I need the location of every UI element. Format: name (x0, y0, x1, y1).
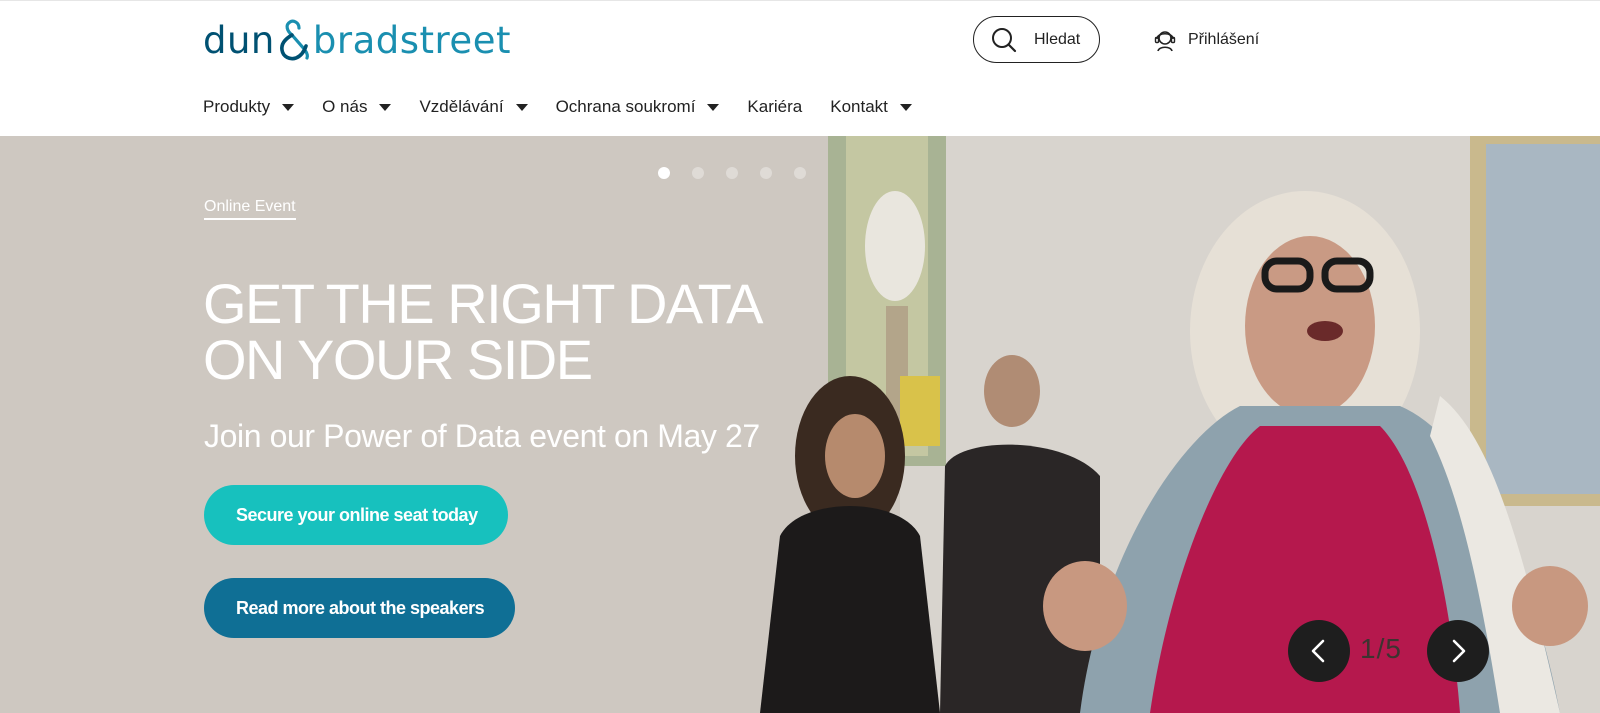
main-nav: Produkty O nás Vzdělávání Ochrana soukro… (203, 95, 940, 119)
nav-item-o-nas[interactable]: O nás (322, 97, 392, 117)
nav-item-label: Produkty (203, 97, 271, 116)
hero-headline: GET THE RIGHT DATA ON YOUR SIDE (203, 272, 760, 391)
nav-item-label: Ochrana soukromí (555, 97, 696, 116)
nav-item-label: Vzdělávání (419, 97, 504, 116)
login-link[interactable]: Přihlášení (1152, 27, 1259, 53)
caret-down-icon (515, 103, 528, 111)
ampersand-logo-icon (279, 19, 309, 61)
search-icon (992, 27, 1017, 52)
dnb-logo[interactable]: dun bradstreet (203, 17, 511, 63)
nav-item-label: Kontakt (830, 97, 888, 116)
hero-subhead: Join our Power of Data event on May 27 (204, 418, 760, 454)
nav-item-kontakt[interactable]: Kontakt (830, 97, 912, 117)
user-headset-icon (1154, 31, 1176, 52)
search-button[interactable]: Hledat (973, 16, 1100, 63)
carousel-dot[interactable] (692, 167, 704, 179)
carousel-dot[interactable] (760, 167, 772, 179)
logo-word-dun: dun (203, 18, 275, 62)
secure-seat-button[interactable]: Secure your online seat today (204, 485, 508, 545)
carousel-pagination (658, 167, 828, 179)
nav-item-ochrana-soukromi[interactable]: Ochrana soukromí (556, 97, 720, 117)
carousel-next-button[interactable] (1427, 620, 1489, 682)
nav-item-kariera[interactable]: Kariéra (747, 97, 802, 117)
carousel-dot[interactable] (726, 167, 738, 179)
caret-down-icon (707, 103, 720, 111)
caret-down-icon (282, 103, 295, 111)
carousel-dot[interactable] (658, 167, 670, 179)
hero-carousel: Online Event GET THE RIGHT DATA ON YOUR … (0, 136, 1600, 713)
chevron-left-icon (1311, 639, 1325, 663)
caret-down-icon (899, 103, 912, 111)
hero-eyebrow-link[interactable]: Online Event (204, 198, 296, 220)
chevron-right-icon (1452, 639, 1466, 663)
read-speakers-button[interactable]: Read more about the speakers (204, 578, 515, 638)
caret-down-icon (379, 103, 392, 111)
nav-item-label: Kariéra (747, 97, 803, 116)
slide-counter: 1/5 (1360, 633, 1402, 664)
carousel-prev-button[interactable] (1288, 620, 1350, 682)
login-label: Přihlášení (1188, 31, 1260, 48)
nav-item-produkty[interactable]: Produkty (203, 97, 295, 117)
logo-word-bradstreet: bradstreet (312, 18, 511, 62)
search-label: Hledat (1034, 30, 1081, 48)
nav-item-vzdelavani[interactable]: Vzdělávání (419, 97, 528, 117)
site-header: dun bradstreet Hledat Přihlášení Produkt… (0, 0, 1600, 136)
carousel-dot[interactable] (794, 167, 806, 179)
nav-item-label: O nás (322, 97, 368, 116)
